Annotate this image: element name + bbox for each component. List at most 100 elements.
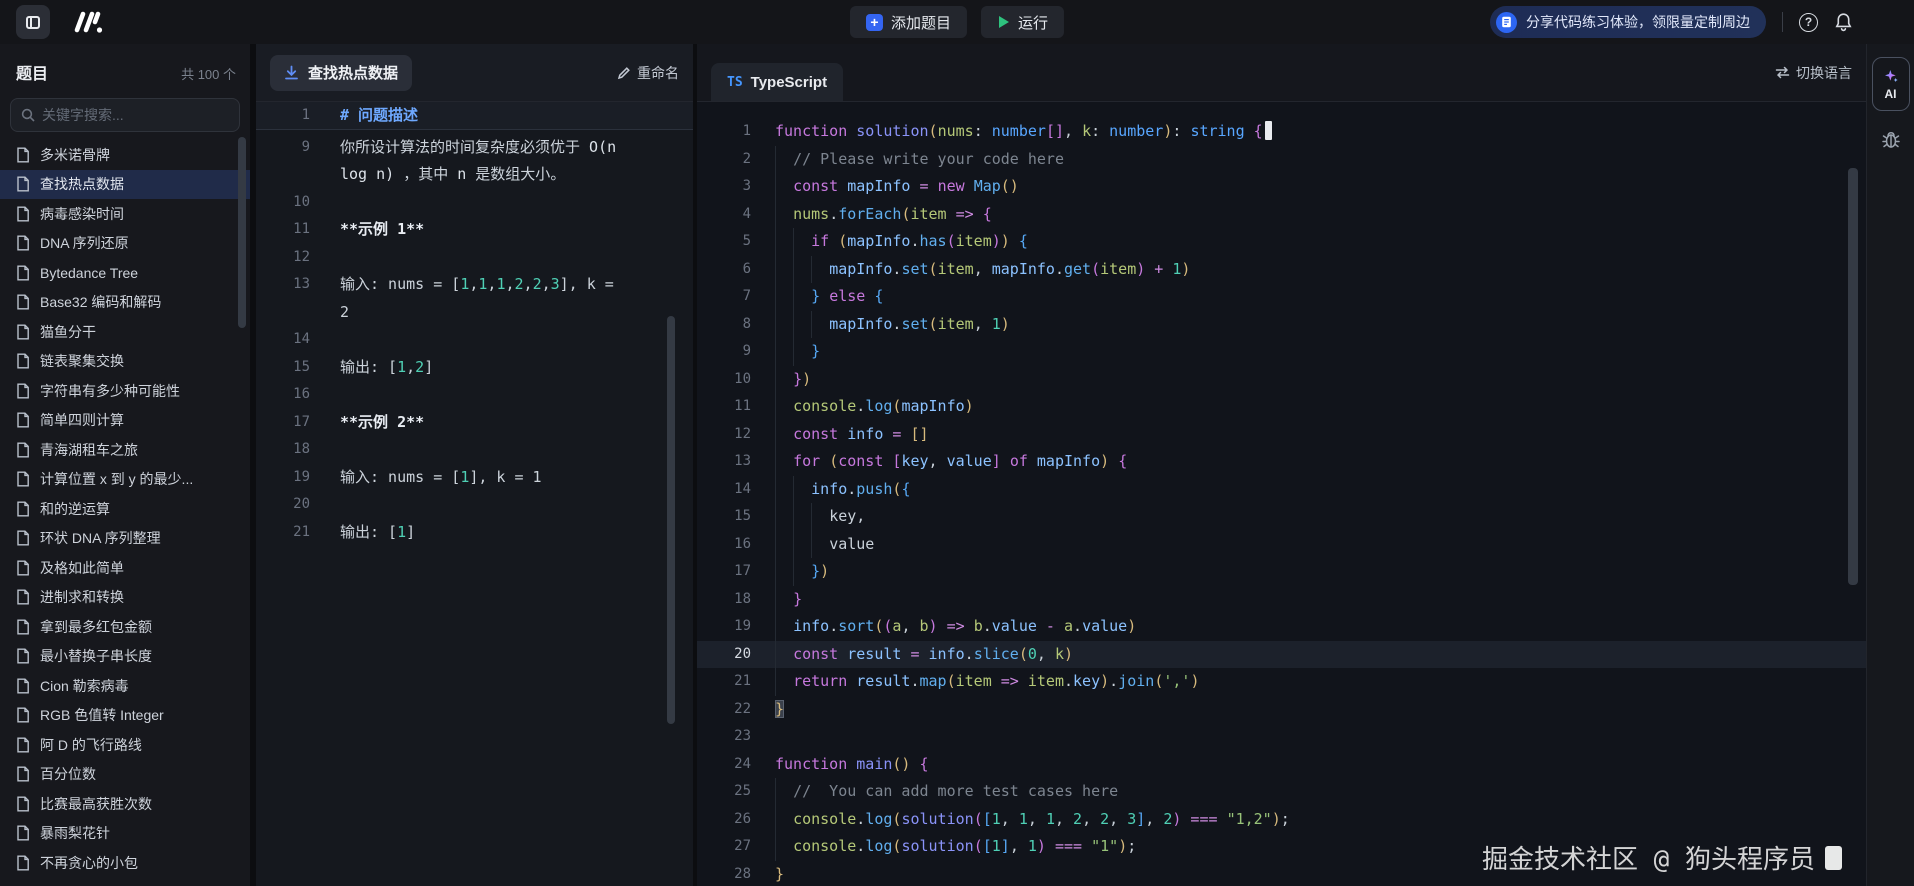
md-line[interactable]: 19输入: nums = [1], k = 1 [256, 464, 693, 492]
tk-line[interactable]: 14 info.push({ [697, 476, 1866, 504]
md-line[interactable]: 10 [256, 189, 693, 217]
sidebar-item[interactable]: 青海湖租车之旅 [0, 435, 250, 465]
sidebar-item[interactable]: 多米诺骨牌 [0, 140, 250, 170]
md-line[interactable]: 20 [256, 491, 693, 519]
sidebar-item[interactable]: 字符串有多少种可能性 [0, 376, 250, 406]
token: const [793, 425, 838, 443]
sidebar-item[interactable]: 及格如此简单 [0, 553, 250, 583]
tk-line[interactable]: 6 mapInfo.set(item, mapInfo.get(item) + … [697, 256, 1866, 284]
md-line[interactable]: 2 [256, 299, 693, 327]
tk-line[interactable]: 10 }) [697, 366, 1866, 394]
sidebar-item[interactable]: 环状 DNA 序列整理 [0, 524, 250, 554]
md-line[interactable]: 13输入: nums = [1,1,1,2,2,3], k = [256, 271, 693, 299]
tk-line[interactable]: 26 console.log(solution([1, 1, 1, 2, 2, … [697, 806, 1866, 834]
tk-line[interactable]: 16 value [697, 531, 1866, 559]
sidebar-item[interactable]: 阿 D 的飞行路线 [0, 730, 250, 760]
md-line[interactable]: 14 [256, 326, 693, 354]
sidebar-item[interactable]: 和的逆运算 [0, 494, 250, 524]
token: function [775, 755, 847, 773]
md-line[interactable]: 18 [256, 436, 693, 464]
sidebar-item[interactable]: Base32 编码和解码 [0, 288, 250, 318]
sidebar-item[interactable]: 进制求和转换 [0, 583, 250, 613]
tk-line[interactable]: 1function solution(nums: number[], k: nu… [697, 118, 1866, 146]
sidebar-item[interactable]: 拿到最多红包金额 [0, 612, 250, 642]
token: new [938, 177, 965, 195]
tk-line[interactable]: 25 // You can add more test cases here [697, 778, 1866, 806]
tk-line[interactable]: 17 }) [697, 558, 1866, 586]
sidebar-item[interactable]: 比赛最高获胜次数 [0, 789, 250, 819]
token: } [775, 865, 784, 883]
md-line[interactable]: 21输出: [1] [256, 519, 693, 547]
tk-line[interactable]: 9 } [697, 338, 1866, 366]
tk-line[interactable]: 11 console.log(mapInfo) [697, 393, 1866, 421]
sidebar-item[interactable]: 病毒感染时间 [0, 199, 250, 229]
tk-line[interactable]: 3 const mapInfo = new Map() [697, 173, 1866, 201]
tk-line[interactable]: 5 if (mapInfo.has(item)) { [697, 228, 1866, 256]
tk-line[interactable]: 4 nums.forEach(item => { [697, 201, 1866, 229]
md-line[interactable]: 17**示例 2** [256, 409, 693, 437]
share-banner[interactable]: 分享代码练习体验，领限量定制周边 [1490, 6, 1766, 38]
problem-editor[interactable]: 1# 问题描述 9你所设计算法的时间复杂度必须优于 O(nlog n) ，其中 … [256, 102, 693, 886]
notifications-bell-icon[interactable] [1834, 12, 1853, 32]
switch-language-button[interactable]: 切换语言 [1775, 63, 1852, 83]
sidebar-item[interactable]: RGB 色值转 Integer [0, 701, 250, 731]
line-number: 6 [697, 256, 751, 284]
editor-scrollbar[interactable] [1848, 168, 1858, 585]
sidebar-item[interactable]: 不再贪心的小包 [0, 848, 250, 878]
sidebar-item-label: Cion 勒索病毒 [40, 676, 129, 696]
tab-typescript[interactable]: TS TypeScript [711, 63, 843, 101]
line-content: 输入: nums = [1,1,1,2,2,3], k = [340, 271, 693, 299]
sidebar-item[interactable]: DNA 序列还原 [0, 229, 250, 259]
problem-scrollbar[interactable] [667, 316, 675, 724]
sidebar-item[interactable]: 最小替换子串长度 [0, 642, 250, 672]
tk-line[interactable]: 18 } [697, 586, 1866, 614]
sidebar-item[interactable]: 暴雨梨花针 [0, 819, 250, 849]
token: 1 [460, 275, 469, 293]
code-editor[interactable]: 1function solution(nums: number[], k: nu… [697, 102, 1866, 886]
tk-line[interactable]: 24function main() { [697, 751, 1866, 779]
tk-line[interactable]: 15 key, [697, 503, 1866, 531]
sidebar-item[interactable]: Bytedance Tree [0, 258, 250, 288]
tk-line[interactable]: 13 for (const [key, value] of mapInfo) { [697, 448, 1866, 476]
md-line[interactable]: 12 [256, 244, 693, 272]
add-question-button[interactable]: + 添加题目 [850, 6, 967, 38]
banner-text: 分享代码练习体验，领限量定制周边 [1526, 12, 1750, 32]
token [847, 755, 856, 773]
user-avatar[interactable] [1869, 8, 1898, 37]
md-line[interactable]: log n) ，其中 n 是数组大小。 [256, 161, 693, 189]
sidebar-item[interactable]: 百分位数 [0, 760, 250, 790]
tk-line[interactable]: 20 const result = info.slice(0, k) [697, 641, 1866, 669]
md-line[interactable]: 15输出: [1,2] [256, 354, 693, 382]
sidebar-item[interactable]: Cion 勒索病毒 [0, 671, 250, 701]
tk-line[interactable]: 12 const info = [] [697, 421, 1866, 449]
tk-line[interactable]: 19 info.sort((a, b) => b.value - a.value… [697, 613, 1866, 641]
md-line[interactable]: 9你所设计算法的时间复杂度必须优于 O(n [256, 134, 693, 162]
sidebar-item[interactable]: 链表聚集交换 [0, 347, 250, 377]
md-line[interactable]: 11**示例 1** [256, 216, 693, 244]
tk-line[interactable]: 23 [697, 723, 1866, 751]
tk-line[interactable]: 7 } else { [697, 283, 1866, 311]
tk-line[interactable]: 21 return result.map(item => item.key).j… [697, 668, 1866, 696]
problem-tab[interactable]: 查找热点数据 [270, 55, 412, 91]
line-number: 7 [697, 283, 751, 311]
tk-line[interactable]: 2 // Please write your code here [697, 146, 1866, 174]
help-icon[interactable]: ? [1799, 13, 1818, 32]
debug-bug-icon[interactable] [1882, 129, 1900, 149]
sidebar-scrollbar[interactable] [238, 137, 246, 328]
search-input[interactable] [42, 107, 229, 123]
ai-assistant-button[interactable]: AI [1872, 57, 1910, 111]
app-logo[interactable] [70, 9, 104, 35]
md-line[interactable]: 16 [256, 381, 693, 409]
sidebar-item[interactable]: 简单四则计算 [0, 406, 250, 436]
run-button[interactable]: 运行 [981, 6, 1064, 38]
sidebar-item[interactable]: 猫鱼分干 [0, 317, 250, 347]
rename-button[interactable]: 重命名 [617, 63, 679, 83]
tk-line[interactable]: 8 mapInfo.set(item, 1) [697, 311, 1866, 339]
token: O(n [589, 138, 616, 156]
sidebar-item[interactable]: 查找热点数据 [0, 170, 250, 200]
search-box[interactable] [10, 98, 240, 132]
token: 1 [460, 468, 469, 486]
sidebar-item[interactable]: 计算位置 x 到 y 的最少... [0, 465, 250, 495]
tk-line[interactable]: 22} [697, 696, 1866, 724]
sidebar-toggle-button[interactable] [16, 5, 50, 39]
